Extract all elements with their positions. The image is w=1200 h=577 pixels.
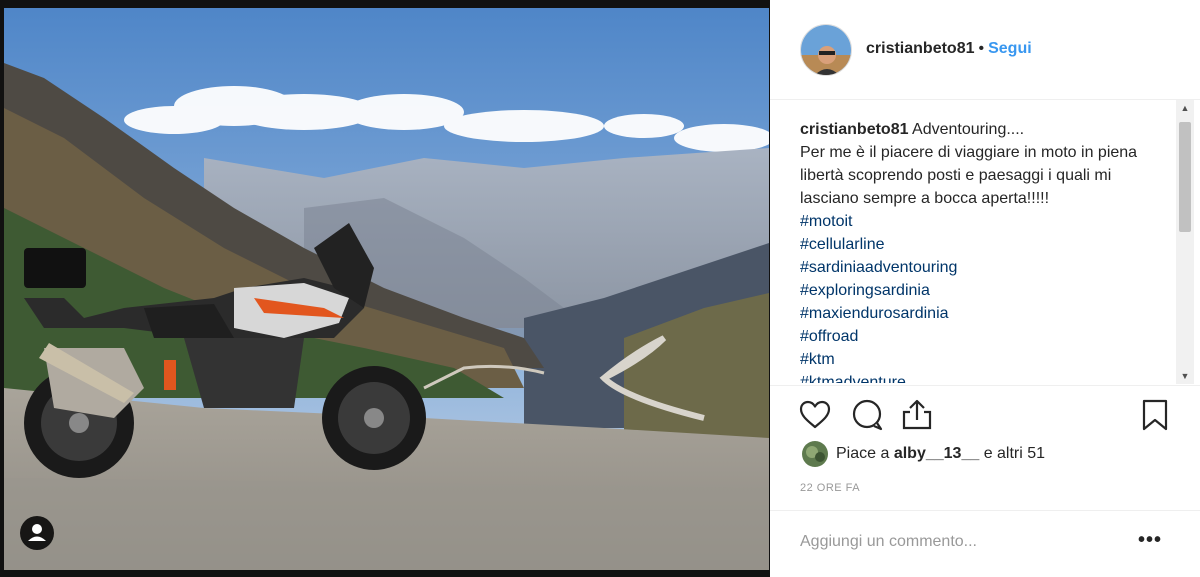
liker-avatar[interactable] xyxy=(802,441,828,467)
scroll-up-arrow-icon[interactable]: ▲ xyxy=(1176,100,1194,116)
post-photo[interactable] xyxy=(4,8,769,570)
comment-input[interactable] xyxy=(800,529,1120,555)
post-modal: cristianbeto81 • Segui cristianbeto81 Adve… xyxy=(0,0,1200,577)
heart-icon[interactable] xyxy=(798,398,832,432)
comment-bar: ••• xyxy=(770,510,1200,577)
hashtag-link[interactable]: #ktmadventure xyxy=(800,371,1172,383)
hashtag-link[interactable]: #offroad xyxy=(800,325,1172,348)
hashtag-link[interactable]: #exploringsardinia xyxy=(800,279,1172,302)
header-line: cristianbeto81 • Segui xyxy=(866,40,1032,58)
share-icon[interactable] xyxy=(900,398,934,432)
caption-body: Per me è il piacere di viaggiare in moto… xyxy=(800,144,1138,207)
caption-scroll-area[interactable]: cristianbeto81 Adventouring.... Per me è… xyxy=(800,118,1172,383)
hashtag-link[interactable]: #ktm xyxy=(800,348,1172,371)
avatar[interactable] xyxy=(800,24,852,76)
hashtag-link[interactable]: #cellularline xyxy=(800,233,1172,256)
caption-title: Adventouring.... xyxy=(912,121,1025,138)
more-options-icon[interactable]: ••• xyxy=(1138,529,1162,552)
scrollbar-thumb[interactable] xyxy=(1179,122,1191,232)
post-timestamp[interactable]: 22 ORE FA xyxy=(800,482,860,494)
liker-username-link[interactable]: alby__13__ xyxy=(894,445,979,462)
motorcycle-landscape-image xyxy=(4,8,769,570)
hashtag-link[interactable]: #sardiniaadventouring xyxy=(800,256,1172,279)
post-side-panel: cristianbeto81 • Segui cristianbeto81 Adve… xyxy=(770,0,1200,577)
action-bar xyxy=(770,385,1200,443)
user-tag-icon[interactable] xyxy=(20,516,54,550)
bookmark-icon[interactable] xyxy=(1138,398,1172,432)
hashtag-link[interactable]: #motoit xyxy=(800,210,1172,233)
hashtag-link[interactable]: #maxiendurosardinia xyxy=(800,302,1172,325)
scroll-down-arrow-icon[interactable]: ▼ xyxy=(1176,368,1194,384)
likes-others-link[interactable]: e altri 51 xyxy=(984,445,1045,462)
comment-icon[interactable] xyxy=(850,398,884,432)
username-link[interactable]: cristianbeto81 xyxy=(866,40,974,57)
caption-scrollbar[interactable]: ▲ ▼ xyxy=(1176,100,1194,384)
separator-dot: • xyxy=(978,40,985,57)
caption: cristianbeto81 Adventouring.... Per me è… xyxy=(800,118,1172,383)
likes-prefix: Piace a xyxy=(836,445,890,462)
post-header: cristianbeto81 • Segui xyxy=(770,0,1200,100)
follow-button[interactable]: Segui xyxy=(988,40,1032,57)
caption-username[interactable]: cristianbeto81 xyxy=(800,121,908,138)
